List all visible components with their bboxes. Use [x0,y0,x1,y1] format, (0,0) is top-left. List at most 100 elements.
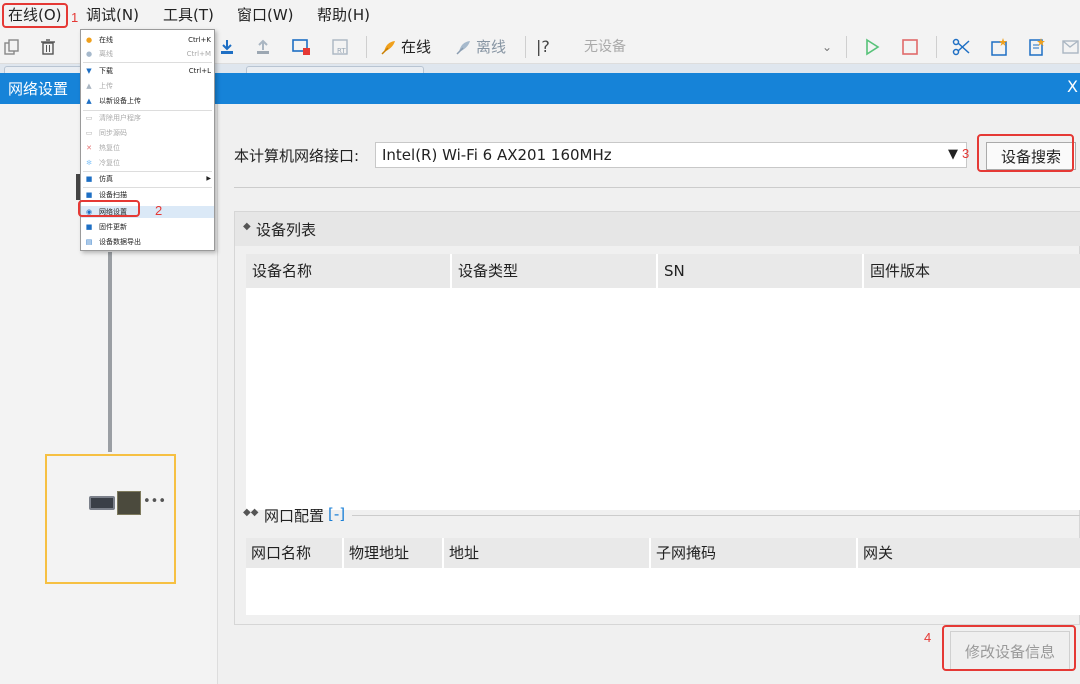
close-icon[interactable]: X [1067,77,1078,96]
menu-item-label: 上传 [99,82,113,90]
chevron-down-icon: ⌄ [821,40,832,54]
device-list-label: 设备列表 [256,221,317,239]
col-address[interactable]: 地址 [444,538,651,568]
annotation-number: 1 [71,10,79,25]
device-node[interactable]: ••• [45,454,176,584]
menu-item-label: 仿真 [99,175,113,183]
menu-item-label: 在线 [99,36,113,44]
annotation-box [942,625,1076,671]
col-firmware[interactable]: 固件版本 [864,254,1080,288]
nic-select[interactable]: Intel(R) Wi-Fi 6 AX201 160MHz ▼ [375,142,967,168]
device-list-header: ◆ 设备列表 [235,212,1080,246]
col-port-name[interactable]: 网口名称 [246,538,344,568]
divider [234,187,1080,188]
nic-select-value: Intel(R) Wi-Fi 6 AX201 160MHz [382,146,612,164]
tree-connector [108,252,112,452]
menu-item-sync-source[interactable]: ▭ 同步源码 [81,127,214,139]
offline-icon: ● [85,50,93,58]
menu-tools[interactable]: 工具(T) [159,4,218,26]
menu-debug[interactable]: 调试(N) [82,4,143,26]
annotation-number: 3 [962,146,970,161]
stop-icon[interactable] [898,35,922,59]
menu-item-label: 设备数据导出 [99,238,141,246]
menu-item-warm-reset[interactable]: ✕ 热复位 [81,142,214,154]
menu-item-label: 热复位 [99,144,120,152]
network-settings-content: 本计算机网络接口: Intel(R) Wi-Fi 6 AX201 160MHz … [219,104,1080,684]
menu-bar: 在线(O) 调试(N) 工具(T) 窗口(W) 帮助(H) [0,0,1080,30]
col-subnet[interactable]: 子网掩码 [651,538,858,568]
cold-reset-icon: ✻ [86,159,92,167]
menu-item-offline[interactable]: ● 离线 Ctrl+M [81,48,214,60]
mail-icon[interactable] [1058,35,1080,59]
help-icon[interactable]: |? [536,37,550,57]
col-mac[interactable]: 物理地址 [344,538,444,568]
doc-icon[interactable] [1025,35,1049,59]
col-device-type[interactable]: 设备类型 [452,254,658,288]
menu-item-shortcut: Ctrl+L [188,67,211,75]
offline-button[interactable]: 离线 [455,37,506,57]
col-device-name[interactable]: 设备名称 [246,254,452,288]
annotation-number: 4 [924,630,932,645]
port-config-label: 网口配置 [264,507,325,525]
port-table-header: 网口名称 物理地址 地址 子网掩码 网关 [246,538,1080,568]
help-label: |? [536,37,550,56]
online-button[interactable]: 在线 [380,37,431,57]
menu-item-label: 冷复位 [99,159,120,167]
menu-window[interactable]: 窗口(W) [233,4,298,26]
menu-item-cold-reset[interactable]: ✻ 冷复位 [81,157,214,169]
online-label: 在线 [401,38,432,56]
annotation-box [977,134,1074,172]
copy-icon[interactable] [0,35,24,59]
delete-icon[interactable] [36,35,60,59]
svg-text:RT: RT [337,47,346,55]
simulate-icon: ■ [85,175,93,183]
export-icon: ▤ [85,238,93,246]
collapse-toggle[interactable]: [-] [328,505,345,523]
offline-icon [456,41,470,55]
port-table: 网口名称 物理地址 地址 子网掩码 网关 [246,538,1080,615]
device-select[interactable]: 无设备 ⌄ [578,35,836,59]
menu-item-clear-program[interactable]: ▭ 清除用户程序 [81,112,214,124]
hmi-device-icon [89,496,115,510]
upload-icon[interactable] [251,35,275,59]
divider [352,515,1080,516]
download-icon[interactable] [215,35,239,59]
cut-icon[interactable] [949,35,973,59]
upload-icon: ▲ [86,82,92,90]
device-select-value: 无设备 [584,39,626,55]
online-dropdown-menu: ● 在线 Ctrl+K ● 离线 Ctrl+M ▼ 下载 Ctrl+L ▲ 上传… [80,29,215,251]
menu-item-export-data[interactable]: ▤ 设备数据导出 [81,236,214,248]
menu-item-label: 下载 [99,67,113,75]
firmware-icon: ■ [85,223,93,231]
run-icon[interactable] [860,35,884,59]
menu-item-label: 以新设备上传 [99,97,141,105]
offline-label: 离线 [476,38,507,56]
sync-icon: ▭ [85,129,93,137]
menu-item-upload[interactable]: ▲ 上传 [81,80,214,92]
more-icon[interactable]: ••• [143,494,166,509]
menu-item-download[interactable]: ▼ 下载 Ctrl+L [81,65,214,77]
menu-item-online[interactable]: ● 在线 Ctrl+K [81,34,214,46]
port-config-header: ◆◆ 网口配置 [-] [235,502,1080,528]
plc-device-icon [117,491,141,515]
upload-new-icon: ▲ [86,97,92,105]
col-gateway[interactable]: 网关 [858,538,1080,568]
menu-item-simulate[interactable]: ■ 仿真 ▶ [81,173,214,185]
new-icon[interactable] [987,35,1011,59]
dialog-title: 网络设置 [8,80,69,98]
bullet-icon: ◆ [243,221,251,232]
col-sn[interactable]: SN [658,254,864,288]
warm-reset-icon: ✕ [86,144,92,152]
menu-item-label: 同步源码 [99,129,127,137]
menu-item-shortcut: Ctrl+K [188,36,211,44]
submenu-arrow-icon: ▶ [206,175,211,182]
menu-help[interactable]: 帮助(H) [313,4,374,26]
online-icon [381,41,395,55]
menu-item-label: 离线 [99,50,113,58]
menu-item-firmware-update[interactable]: ■ 固件更新 [81,221,214,233]
rt-icon[interactable]: RT [328,35,352,59]
menu-item-label: 固件更新 [99,223,127,231]
menu-item-upload-new[interactable]: ▲ 以新设备上传 [81,95,214,107]
dropdown-arrow-icon[interactable]: ▼ [948,143,958,167]
monitor-icon[interactable] [289,35,313,59]
